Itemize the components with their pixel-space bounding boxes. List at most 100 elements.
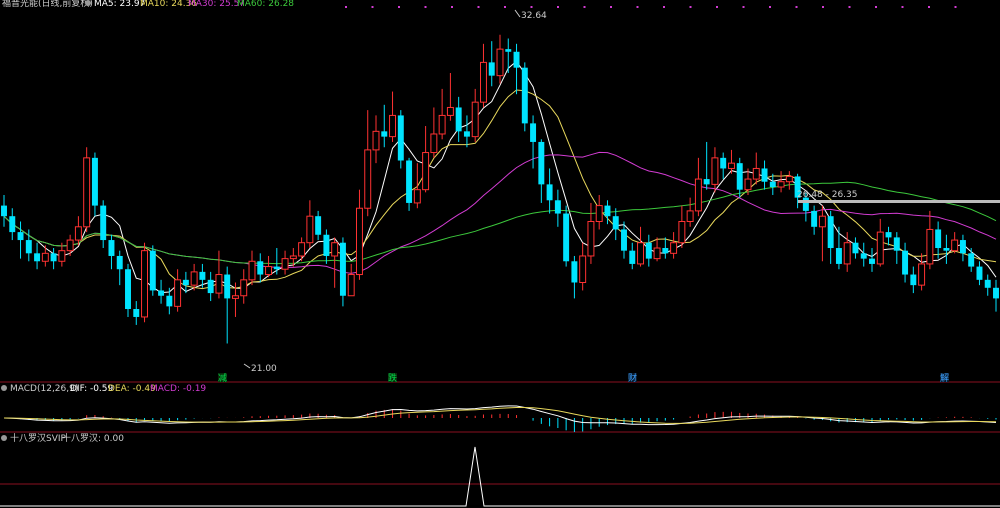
candle-up xyxy=(818,215,826,228)
indicator-settings-icon[interactable] xyxy=(1,435,7,441)
candle-down xyxy=(645,242,652,259)
candle-down xyxy=(910,274,917,286)
candle-up xyxy=(926,228,934,265)
candle-down xyxy=(207,279,214,294)
signal-dot xyxy=(345,6,347,8)
candle-up xyxy=(174,279,182,307)
candle-down xyxy=(761,168,768,182)
signal-dot xyxy=(530,6,533,8)
candle-down xyxy=(91,157,98,206)
candle-down xyxy=(257,261,264,275)
candle-up xyxy=(918,263,926,286)
candle-up xyxy=(289,255,297,260)
candle-up xyxy=(364,149,372,209)
candle-up xyxy=(281,258,289,270)
candle-up xyxy=(777,181,785,188)
candle-down xyxy=(538,141,545,185)
range-label: 26.48 - 26.35 xyxy=(797,190,858,200)
candle-down xyxy=(50,253,57,262)
marker-3[interactable]: 财 xyxy=(628,372,637,384)
candle-down xyxy=(869,258,875,264)
candle-down xyxy=(406,160,413,203)
candle-down xyxy=(9,216,16,233)
candle-up xyxy=(306,215,314,244)
candle-up xyxy=(389,114,397,138)
candle-down xyxy=(902,250,909,275)
candle-up xyxy=(471,101,479,138)
signal-dot xyxy=(848,6,851,8)
candle-down xyxy=(893,237,900,251)
candle-up xyxy=(637,242,645,265)
candle-up xyxy=(670,242,678,254)
marker-4[interactable]: 解 xyxy=(940,372,949,384)
signal-dot xyxy=(371,6,374,8)
candle-down xyxy=(612,216,619,230)
candle-up xyxy=(446,106,454,116)
signal-dot xyxy=(610,6,612,8)
signal-dots xyxy=(345,6,957,8)
high-price-label: 32.64 xyxy=(521,11,547,21)
candle-down xyxy=(273,266,280,270)
signal-dot xyxy=(689,6,692,8)
candle-down xyxy=(604,205,611,217)
signal-dot xyxy=(822,6,824,8)
candle-down xyxy=(488,62,495,76)
candle-down xyxy=(315,216,322,235)
signal-dot xyxy=(424,6,427,8)
candle-down xyxy=(811,210,818,227)
candle-up xyxy=(265,266,273,276)
candle-up xyxy=(355,207,363,276)
candle-up xyxy=(83,157,91,228)
candle-up xyxy=(744,178,752,191)
candle-down xyxy=(463,131,470,137)
signal-dot xyxy=(875,6,877,8)
indicator-line xyxy=(0,446,1000,507)
candle-down xyxy=(563,213,570,262)
candle-down xyxy=(397,115,404,161)
candle-up xyxy=(347,274,355,297)
candle-up xyxy=(785,175,793,183)
candle-down xyxy=(720,157,727,169)
signal-dot xyxy=(742,6,745,8)
marker-2[interactable]: 跌 xyxy=(388,373,397,384)
candle-up xyxy=(413,189,421,204)
candle-down xyxy=(959,240,966,254)
chart-title: 福晋光能(日线,前复权) xyxy=(2,0,93,9)
candle-up xyxy=(74,226,82,241)
signal-dot xyxy=(954,6,957,8)
candle-up xyxy=(876,231,884,265)
lower-indicator-panel xyxy=(0,446,1000,507)
candle-down xyxy=(25,240,32,254)
signal-dot xyxy=(901,6,904,8)
macd-title: MACD(12,26,9) xyxy=(10,384,78,394)
candle-down xyxy=(108,240,115,256)
candle-down xyxy=(976,266,983,280)
macd-dea: DEA: -0.49 xyxy=(108,384,156,394)
candle-down xyxy=(621,229,627,251)
candle-down xyxy=(158,290,165,296)
candle-up xyxy=(298,242,306,257)
candle-down xyxy=(513,51,520,68)
signal-dot xyxy=(477,6,480,8)
candlestick-chart[interactable]: 福晋光能(日线,前复权) MA5: 23.97 MA10: 24.36 MA30… xyxy=(0,0,1000,508)
candle-down xyxy=(182,279,189,286)
candle-up xyxy=(727,162,735,169)
candle-down xyxy=(530,123,537,142)
signal-dot xyxy=(636,6,639,8)
candle-up xyxy=(66,239,74,252)
candle-down xyxy=(860,253,867,259)
candle-up xyxy=(331,242,339,257)
range-band xyxy=(798,200,1000,203)
ma60-label: MA60: 26.28 xyxy=(237,0,294,9)
settings-icon[interactable] xyxy=(85,0,91,6)
macd-dif: DIF: -0.59 xyxy=(70,384,114,394)
macd-value: MACD: -0.19 xyxy=(150,384,206,394)
candle-down xyxy=(1,205,7,217)
marker-1[interactable]: 减 xyxy=(218,372,227,384)
candle-down xyxy=(835,248,842,264)
macd-panel xyxy=(3,405,997,432)
candle-down xyxy=(852,242,859,254)
candle-up xyxy=(422,152,430,191)
indicator-value: 十八罗汉: 0.00 xyxy=(62,432,124,444)
macd-settings-icon[interactable] xyxy=(1,385,7,391)
